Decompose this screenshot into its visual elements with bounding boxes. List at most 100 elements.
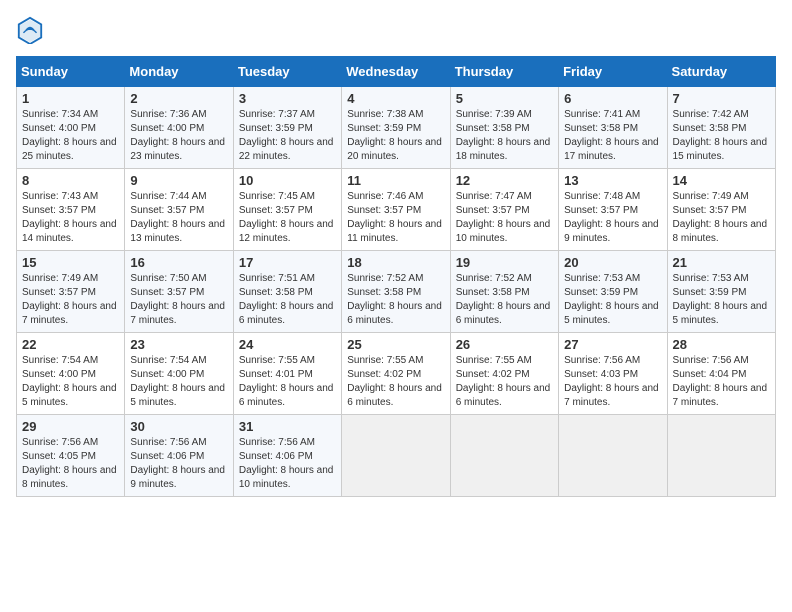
day-number: 21 — [673, 255, 770, 270]
calendar-cell: 8 Sunrise: 7:43 AM Sunset: 3:57 PM Daylig… — [17, 169, 125, 251]
day-number: 2 — [130, 91, 227, 106]
day-number: 24 — [239, 337, 336, 352]
calendar-week-1: 1 Sunrise: 7:34 AM Sunset: 4:00 PM Daylig… — [17, 87, 776, 169]
calendar-cell: 31 Sunrise: 7:56 AM Sunset: 4:06 PM Dayli… — [233, 415, 341, 497]
day-info: Sunrise: 7:42 AM Sunset: 3:58 PM Dayligh… — [673, 108, 770, 164]
day-info: Sunrise: 7:56 AM Sunset: 4:04 PM Dayligh… — [673, 354, 770, 410]
weekday-header-sunday: Sunday — [17, 57, 125, 87]
day-info: Sunrise: 7:48 AM Sunset: 3:57 PM Dayligh… — [564, 190, 661, 246]
day-number: 13 — [564, 173, 661, 188]
logo — [16, 16, 48, 44]
day-number: 12 — [456, 173, 553, 188]
day-info: Sunrise: 7:43 AM Sunset: 3:57 PM Dayligh… — [22, 190, 119, 246]
calendar-cell: 6Sunrise: 7:41 AM Sunset: 3:58 PM Daylig… — [559, 87, 667, 169]
calendar-cell: 1 Sunrise: 7:34 AM Sunset: 4:00 PM Daylig… — [17, 87, 125, 169]
page-header — [16, 16, 776, 44]
weekday-header-thursday: Thursday — [450, 57, 558, 87]
calendar-cell: 12 Sunrise: 7:47 AM Sunset: 3:57 PM Dayli… — [450, 169, 558, 251]
calendar-cell — [342, 415, 450, 497]
day-number: 14 — [673, 173, 770, 188]
calendar-cell: 9 Sunrise: 7:44 AM Sunset: 3:57 PM Daylig… — [125, 169, 233, 251]
day-number: 19 — [456, 255, 553, 270]
calendar-cell: 23 Sunrise: 7:54 AM Sunset: 4:00 PM Dayli… — [125, 333, 233, 415]
day-info: Sunrise: 7:56 AM Sunset: 4:03 PM Dayligh… — [564, 354, 661, 410]
calendar-cell: 17 Sunrise: 7:51 AM Sunset: 3:58 PM Dayli… — [233, 251, 341, 333]
day-info: Sunrise: 7:34 AM Sunset: 4:00 PM Dayligh… — [22, 108, 119, 164]
day-info: Sunrise: 7:56 AM Sunset: 4:05 PM Dayligh… — [22, 436, 119, 492]
day-info: Sunrise: 7:38 AM Sunset: 3:59 PM Dayligh… — [347, 108, 444, 164]
day-number: 5 — [456, 91, 553, 106]
day-info: Sunrise: 7:46 AM Sunset: 3:57 PM Dayligh… — [347, 190, 444, 246]
calendar-cell: 2Sunrise: 7:36 AM Sunset: 4:00 PM Daylig… — [125, 87, 233, 169]
day-info: Sunrise: 7:56 AM Sunset: 4:06 PM Dayligh… — [239, 436, 336, 492]
day-number: 28 — [673, 337, 770, 352]
day-number: 8 — [22, 173, 119, 188]
calendar-cell: 3 Sunrise: 7:37 AM Sunset: 3:59 PM Daylig… — [233, 87, 341, 169]
weekday-header-wednesday: Wednesday — [342, 57, 450, 87]
day-number: 6 — [564, 91, 661, 106]
day-number: 1 — [22, 91, 119, 106]
weekday-header-tuesday: Tuesday — [233, 57, 341, 87]
day-info: Sunrise: 7:44 AM Sunset: 3:57 PM Dayligh… — [130, 190, 227, 246]
calendar-cell: 10Sunrise: 7:45 AM Sunset: 3:57 PM Dayli… — [233, 169, 341, 251]
calendar-cell: 26 Sunrise: 7:55 AM Sunset: 4:02 PM Dayli… — [450, 333, 558, 415]
calendar-cell: 19 Sunrise: 7:52 AM Sunset: 3:58 PM Dayli… — [450, 251, 558, 333]
calendar-week-4: 22 Sunrise: 7:54 AM Sunset: 4:00 PM Dayli… — [17, 333, 776, 415]
day-info: Sunrise: 7:53 AM Sunset: 3:59 PM Dayligh… — [673, 272, 770, 328]
day-info: Sunrise: 7:49 AM Sunset: 3:57 PM Dayligh… — [673, 190, 770, 246]
calendar-cell: 16Sunrise: 7:50 AM Sunset: 3:57 PM Dayli… — [125, 251, 233, 333]
calendar-cell — [667, 415, 775, 497]
day-info: Sunrise: 7:55 AM Sunset: 4:01 PM Dayligh… — [239, 354, 336, 410]
day-info: Sunrise: 7:39 AM Sunset: 3:58 PM Dayligh… — [456, 108, 553, 164]
calendar-table: SundayMondayTuesdayWednesdayThursdayFrid… — [16, 56, 776, 497]
day-info: Sunrise: 7:55 AM Sunset: 4:02 PM Dayligh… — [456, 354, 553, 410]
calendar-cell: 25 Sunrise: 7:55 AM Sunset: 4:02 PM Dayli… — [342, 333, 450, 415]
day-number: 10 — [239, 173, 336, 188]
day-number: 29 — [22, 419, 119, 434]
day-number: 22 — [22, 337, 119, 352]
day-number: 26 — [456, 337, 553, 352]
day-number: 20 — [564, 255, 661, 270]
day-info: Sunrise: 7:54 AM Sunset: 4:00 PM Dayligh… — [130, 354, 227, 410]
day-number: 25 — [347, 337, 444, 352]
day-number: 15 — [22, 255, 119, 270]
day-number: 27 — [564, 337, 661, 352]
day-info: Sunrise: 7:49 AM Sunset: 3:57 PM Dayligh… — [22, 272, 119, 328]
day-info: Sunrise: 7:54 AM Sunset: 4:00 PM Dayligh… — [22, 354, 119, 410]
day-info: Sunrise: 7:52 AM Sunset: 3:58 PM Dayligh… — [456, 272, 553, 328]
day-info: Sunrise: 7:52 AM Sunset: 3:58 PM Dayligh… — [347, 272, 444, 328]
day-info: Sunrise: 7:50 AM Sunset: 3:57 PM Dayligh… — [130, 272, 227, 328]
calendar-cell: 28 Sunrise: 7:56 AM Sunset: 4:04 PM Dayli… — [667, 333, 775, 415]
day-number: 31 — [239, 419, 336, 434]
day-number: 3 — [239, 91, 336, 106]
day-number: 23 — [130, 337, 227, 352]
day-info: Sunrise: 7:51 AM Sunset: 3:58 PM Dayligh… — [239, 272, 336, 328]
day-info: Sunrise: 7:55 AM Sunset: 4:02 PM Dayligh… — [347, 354, 444, 410]
calendar-cell: 4Sunrise: 7:38 AM Sunset: 3:59 PM Daylig… — [342, 87, 450, 169]
calendar-cell: 21 Sunrise: 7:53 AM Sunset: 3:59 PM Dayli… — [667, 251, 775, 333]
logo-icon — [16, 16, 44, 44]
calendar-cell: 5 Sunrise: 7:39 AM Sunset: 3:58 PM Daylig… — [450, 87, 558, 169]
calendar-week-2: 8 Sunrise: 7:43 AM Sunset: 3:57 PM Daylig… — [17, 169, 776, 251]
day-info: Sunrise: 7:47 AM Sunset: 3:57 PM Dayligh… — [456, 190, 553, 246]
day-number: 9 — [130, 173, 227, 188]
calendar-cell: 13 Sunrise: 7:48 AM Sunset: 3:57 PM Dayli… — [559, 169, 667, 251]
day-info: Sunrise: 7:37 AM Sunset: 3:59 PM Dayligh… — [239, 108, 336, 164]
calendar-cell: 24 Sunrise: 7:55 AM Sunset: 4:01 PM Dayli… — [233, 333, 341, 415]
weekday-header-friday: Friday — [559, 57, 667, 87]
calendar-cell: 29 Sunrise: 7:56 AM Sunset: 4:05 PM Dayli… — [17, 415, 125, 497]
calendar-cell: 7 Sunrise: 7:42 AM Sunset: 3:58 PM Daylig… — [667, 87, 775, 169]
day-number: 17 — [239, 255, 336, 270]
calendar-cell: 14 Sunrise: 7:49 AM Sunset: 3:57 PM Dayli… — [667, 169, 775, 251]
weekday-header-row: SundayMondayTuesdayWednesdayThursdayFrid… — [17, 57, 776, 87]
calendar-week-5: 29 Sunrise: 7:56 AM Sunset: 4:05 PM Dayli… — [17, 415, 776, 497]
weekday-header-monday: Monday — [125, 57, 233, 87]
calendar-cell — [450, 415, 558, 497]
calendar-cell: 27 Sunrise: 7:56 AM Sunset: 4:03 PM Dayli… — [559, 333, 667, 415]
day-number: 11 — [347, 173, 444, 188]
calendar-week-3: 15 Sunrise: 7:49 AM Sunset: 3:57 PM Dayli… — [17, 251, 776, 333]
day-number: 7 — [673, 91, 770, 106]
day-info: Sunrise: 7:53 AM Sunset: 3:59 PM Dayligh… — [564, 272, 661, 328]
calendar-cell: 18 Sunrise: 7:52 AM Sunset: 3:58 PM Dayli… — [342, 251, 450, 333]
day-number: 18 — [347, 255, 444, 270]
